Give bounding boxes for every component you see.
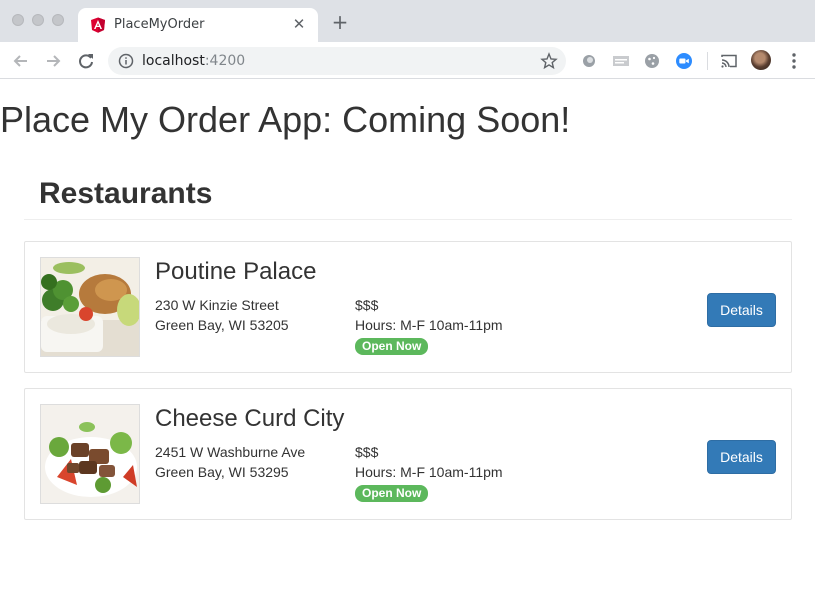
tab-close-icon[interactable]: ✕: [290, 15, 308, 33]
browser-menu-icon[interactable]: [788, 51, 800, 71]
page-title: Place My Order App: Coming Soon!: [0, 99, 571, 140]
address-city: Green Bay, WI 53205: [155, 317, 289, 333]
browser-toolbar: localhost:4200: [0, 42, 815, 79]
status-badge: Open Now: [355, 338, 429, 355]
section-title-restaurants: Restaurants: [39, 177, 213, 210]
section-divider: [24, 219, 792, 220]
zoom-extension-icon[interactable]: [675, 52, 693, 70]
forward-arrow-icon[interactable]: [42, 50, 64, 72]
url-port: :4200: [204, 53, 246, 69]
browser-tab-strip: PlaceMyOrder ✕ +: [0, 0, 815, 42]
extension-cookie-icon[interactable]: [643, 52, 661, 70]
restaurant-meta: $$$ Hours: M-F 10am-11pm Open Now: [355, 295, 503, 355]
restaurant-thumbnail: [40, 404, 140, 504]
restaurant-card: Cheese Curd City 2451 W Washburne Ave Gr…: [24, 388, 792, 520]
food-photo-icon: [41, 405, 139, 503]
address-street: 230 W Kinzie Street: [155, 297, 279, 313]
restaurant-name: Cheese Curd City: [155, 405, 345, 432]
opening-hours: Hours: M-F 10am-11pm: [355, 317, 503, 333]
food-photo-icon: [41, 258, 139, 356]
details-button[interactable]: Details: [707, 293, 776, 327]
profile-avatar[interactable]: [751, 50, 771, 70]
cast-icon[interactable]: [720, 52, 738, 70]
url-text[interactable]: localhost:4200: [142, 53, 245, 69]
opening-hours: Hours: M-F 10am-11pm: [355, 464, 503, 480]
window-close-dot[interactable]: [12, 14, 24, 26]
address-bar[interactable]: localhost:4200: [108, 47, 566, 75]
restaurant-address: 230 W Kinzie Street Green Bay, WI 53205: [155, 295, 289, 335]
url-host: localhost: [142, 53, 205, 69]
restaurant-name: Poutine Palace: [155, 258, 317, 285]
browser-tab[interactable]: PlaceMyOrder ✕: [78, 8, 318, 42]
address-city: Green Bay, WI 53295: [155, 464, 289, 480]
back-arrow-icon[interactable]: [10, 50, 32, 72]
new-tab-icon[interactable]: +: [330, 12, 350, 32]
extension-web-icon[interactable]: [612, 52, 630, 70]
address-street: 2451 W Washburne Ave: [155, 444, 306, 460]
bookmark-star-icon[interactable]: [540, 52, 558, 70]
price-level: $$$: [355, 297, 379, 313]
window-zoom-dot[interactable]: [52, 14, 64, 26]
restaurant-thumbnail: [40, 257, 140, 357]
site-info-icon[interactable]: [118, 53, 134, 69]
toolbar-separator: [707, 52, 708, 70]
extension-record-icon[interactable]: [580, 52, 598, 70]
tab-title: PlaceMyOrder: [114, 17, 205, 32]
window-minimize-dot[interactable]: [32, 14, 44, 26]
restaurant-address: 2451 W Washburne Ave Green Bay, WI 53295: [155, 442, 305, 482]
reload-icon[interactable]: [75, 50, 97, 72]
restaurant-card: Poutine Palace 230 W Kinzie Street Green…: [24, 241, 792, 373]
angular-logo-icon: [91, 17, 105, 33]
restaurant-meta: $$$ Hours: M-F 10am-11pm Open Now: [355, 442, 503, 502]
price-level: $$$: [355, 444, 379, 460]
details-button[interactable]: Details: [707, 440, 776, 474]
status-badge: Open Now: [355, 485, 429, 502]
